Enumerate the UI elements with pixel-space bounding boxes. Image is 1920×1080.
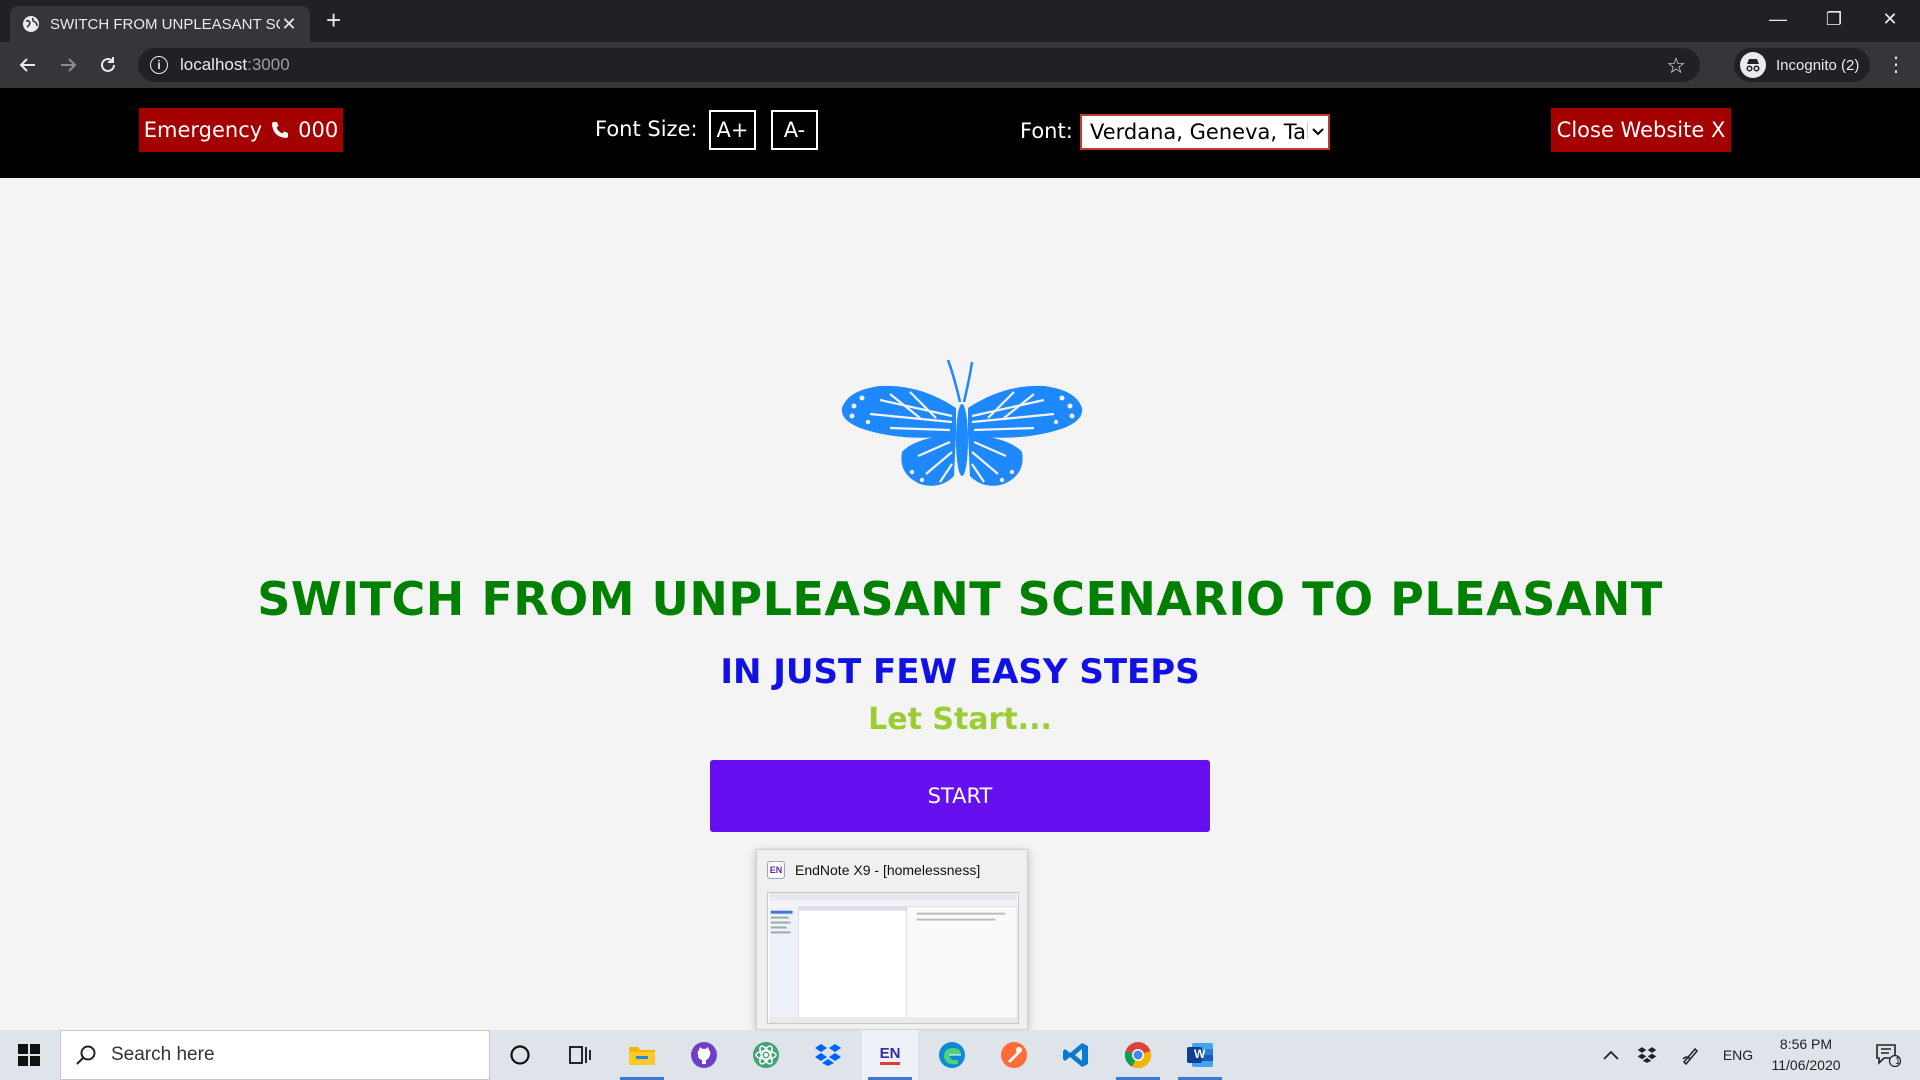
window-preview-image (767, 892, 1019, 1024)
windows-start-button[interactable] (0, 1030, 58, 1080)
postman-icon[interactable] (986, 1030, 1042, 1080)
page-headline: SWITCH FROM UNPLEASANT SCENARIO TO PLEAS… (257, 572, 1663, 626)
clock-time: 8:56 PM (1779, 1036, 1833, 1052)
lets-start-text: Let Start... (868, 702, 1052, 737)
dropbox-tray-icon[interactable] (1632, 1030, 1662, 1080)
browser-toolbar: i localhost:3000 ☆ Incognito (2) ⋮ (0, 42, 1920, 88)
vscode-icon[interactable] (1048, 1030, 1104, 1080)
chrome-icon[interactable] (1110, 1030, 1166, 1080)
minimize-button[interactable]: — (1750, 0, 1806, 38)
font-family-value: Verdana, Geneva, Tahoma, sans-serif (1090, 120, 1308, 144)
endnote-app-icon: EN (767, 861, 785, 879)
forward-arrow-icon (61, 58, 77, 72)
emergency-button[interactable]: Emergency 000 (139, 108, 343, 152)
browser-tab[interactable]: SWITCH FROM UNPLEASANT SC ✕ (10, 6, 310, 42)
back-arrow-icon (19, 58, 35, 72)
incognito-icon (1740, 52, 1766, 78)
tab-close-icon[interactable]: ✕ (280, 14, 298, 35)
cortana-icon[interactable] (492, 1030, 548, 1080)
search-icon (75, 1044, 97, 1066)
windows-logo-icon (18, 1044, 40, 1066)
file-explorer-icon[interactable] (614, 1030, 670, 1080)
font-family-label: Font: (1020, 119, 1073, 143)
address-bar[interactable]: i localhost:3000 ☆ (138, 48, 1700, 82)
emergency-number: 000 (298, 118, 339, 142)
butterfly-logo-icon (841, 359, 1083, 486)
search-placeholder: Search here (111, 1044, 215, 1065)
browser-title-bar: SWITCH FROM UNPLEASANT SC ✕ + — ❐ ✕ (0, 0, 1920, 42)
clock-date: 11/06/2020 (1771, 1057, 1841, 1073)
font-increase-button[interactable]: A+ (709, 110, 756, 150)
endnote-icon[interactable]: EN (862, 1030, 918, 1080)
url-host: localhost (180, 55, 248, 74)
font-family-select[interactable]: Verdana, Geneva, Tahoma, sans-serif (1080, 114, 1330, 150)
site-info-icon[interactable]: i (150, 56, 168, 74)
start-button[interactable]: START (710, 760, 1210, 832)
tab-title: SWITCH FROM UNPLEASANT SC (50, 15, 280, 33)
taskbar-search-input[interactable]: Search here (60, 1030, 490, 1080)
incognito-label: Incognito (2) (1776, 56, 1860, 74)
font-size-label: Font Size: (595, 117, 698, 141)
emergency-label: Emergency (143, 118, 263, 142)
new-tab-button[interactable]: + (326, 7, 341, 33)
show-hidden-icons-chevron-icon[interactable] (1596, 1030, 1626, 1080)
back-button[interactable] (14, 51, 42, 79)
language-indicator[interactable]: ENG (1718, 1030, 1758, 1080)
taskbar-thumbnail-preview[interactable]: EN EndNote X9 - [homelessness] (756, 849, 1028, 1030)
close-website-button[interactable]: Close Website X (1551, 108, 1731, 152)
url-port: :3000 (247, 55, 290, 74)
github-icon[interactable] (676, 1030, 732, 1080)
thumbnail-title: EndNote X9 - [homelessness] (795, 862, 981, 878)
chevron-down-icon (1308, 128, 1328, 136)
reload-button[interactable] (94, 51, 122, 79)
atom-icon[interactable] (738, 1030, 794, 1080)
windows-taskbar: Search here EN W ENG 8:56 PM 11/06/2020 … (0, 1030, 1920, 1080)
system-clock[interactable]: 8:56 PM 11/06/2020 (1764, 1034, 1848, 1076)
action-center-button[interactable]: 1 (1862, 1030, 1914, 1080)
site-header: Emergency 000 Font Size: A+ A- Font: Ver… (0, 88, 1920, 178)
globe-icon (22, 15, 40, 33)
menu-kebab-icon[interactable]: ⋮ (1886, 54, 1906, 74)
reload-icon (101, 57, 115, 72)
endnote-badge: EN (879, 1045, 901, 1065)
pen-tray-icon[interactable] (1676, 1030, 1706, 1080)
bookmark-star-icon[interactable]: ☆ (1666, 53, 1686, 79)
task-view-icon[interactable] (552, 1030, 608, 1080)
notification-count: 1 (1895, 1056, 1901, 1067)
window-close-button[interactable]: ✕ (1862, 0, 1918, 38)
font-decrease-button[interactable]: A- (771, 110, 818, 150)
page-subheadline: IN JUST FEW EASY STEPS (720, 652, 1200, 692)
restore-button[interactable]: ❐ (1806, 0, 1862, 38)
dropbox-icon[interactable] (800, 1030, 856, 1080)
phone-icon (270, 120, 290, 140)
edge-icon[interactable] (924, 1030, 980, 1080)
word-badge: W (1194, 1047, 1206, 1061)
incognito-button[interactable]: Incognito (2) (1734, 48, 1870, 82)
forward-button[interactable] (54, 51, 82, 79)
word-icon[interactable]: W (1172, 1030, 1228, 1080)
